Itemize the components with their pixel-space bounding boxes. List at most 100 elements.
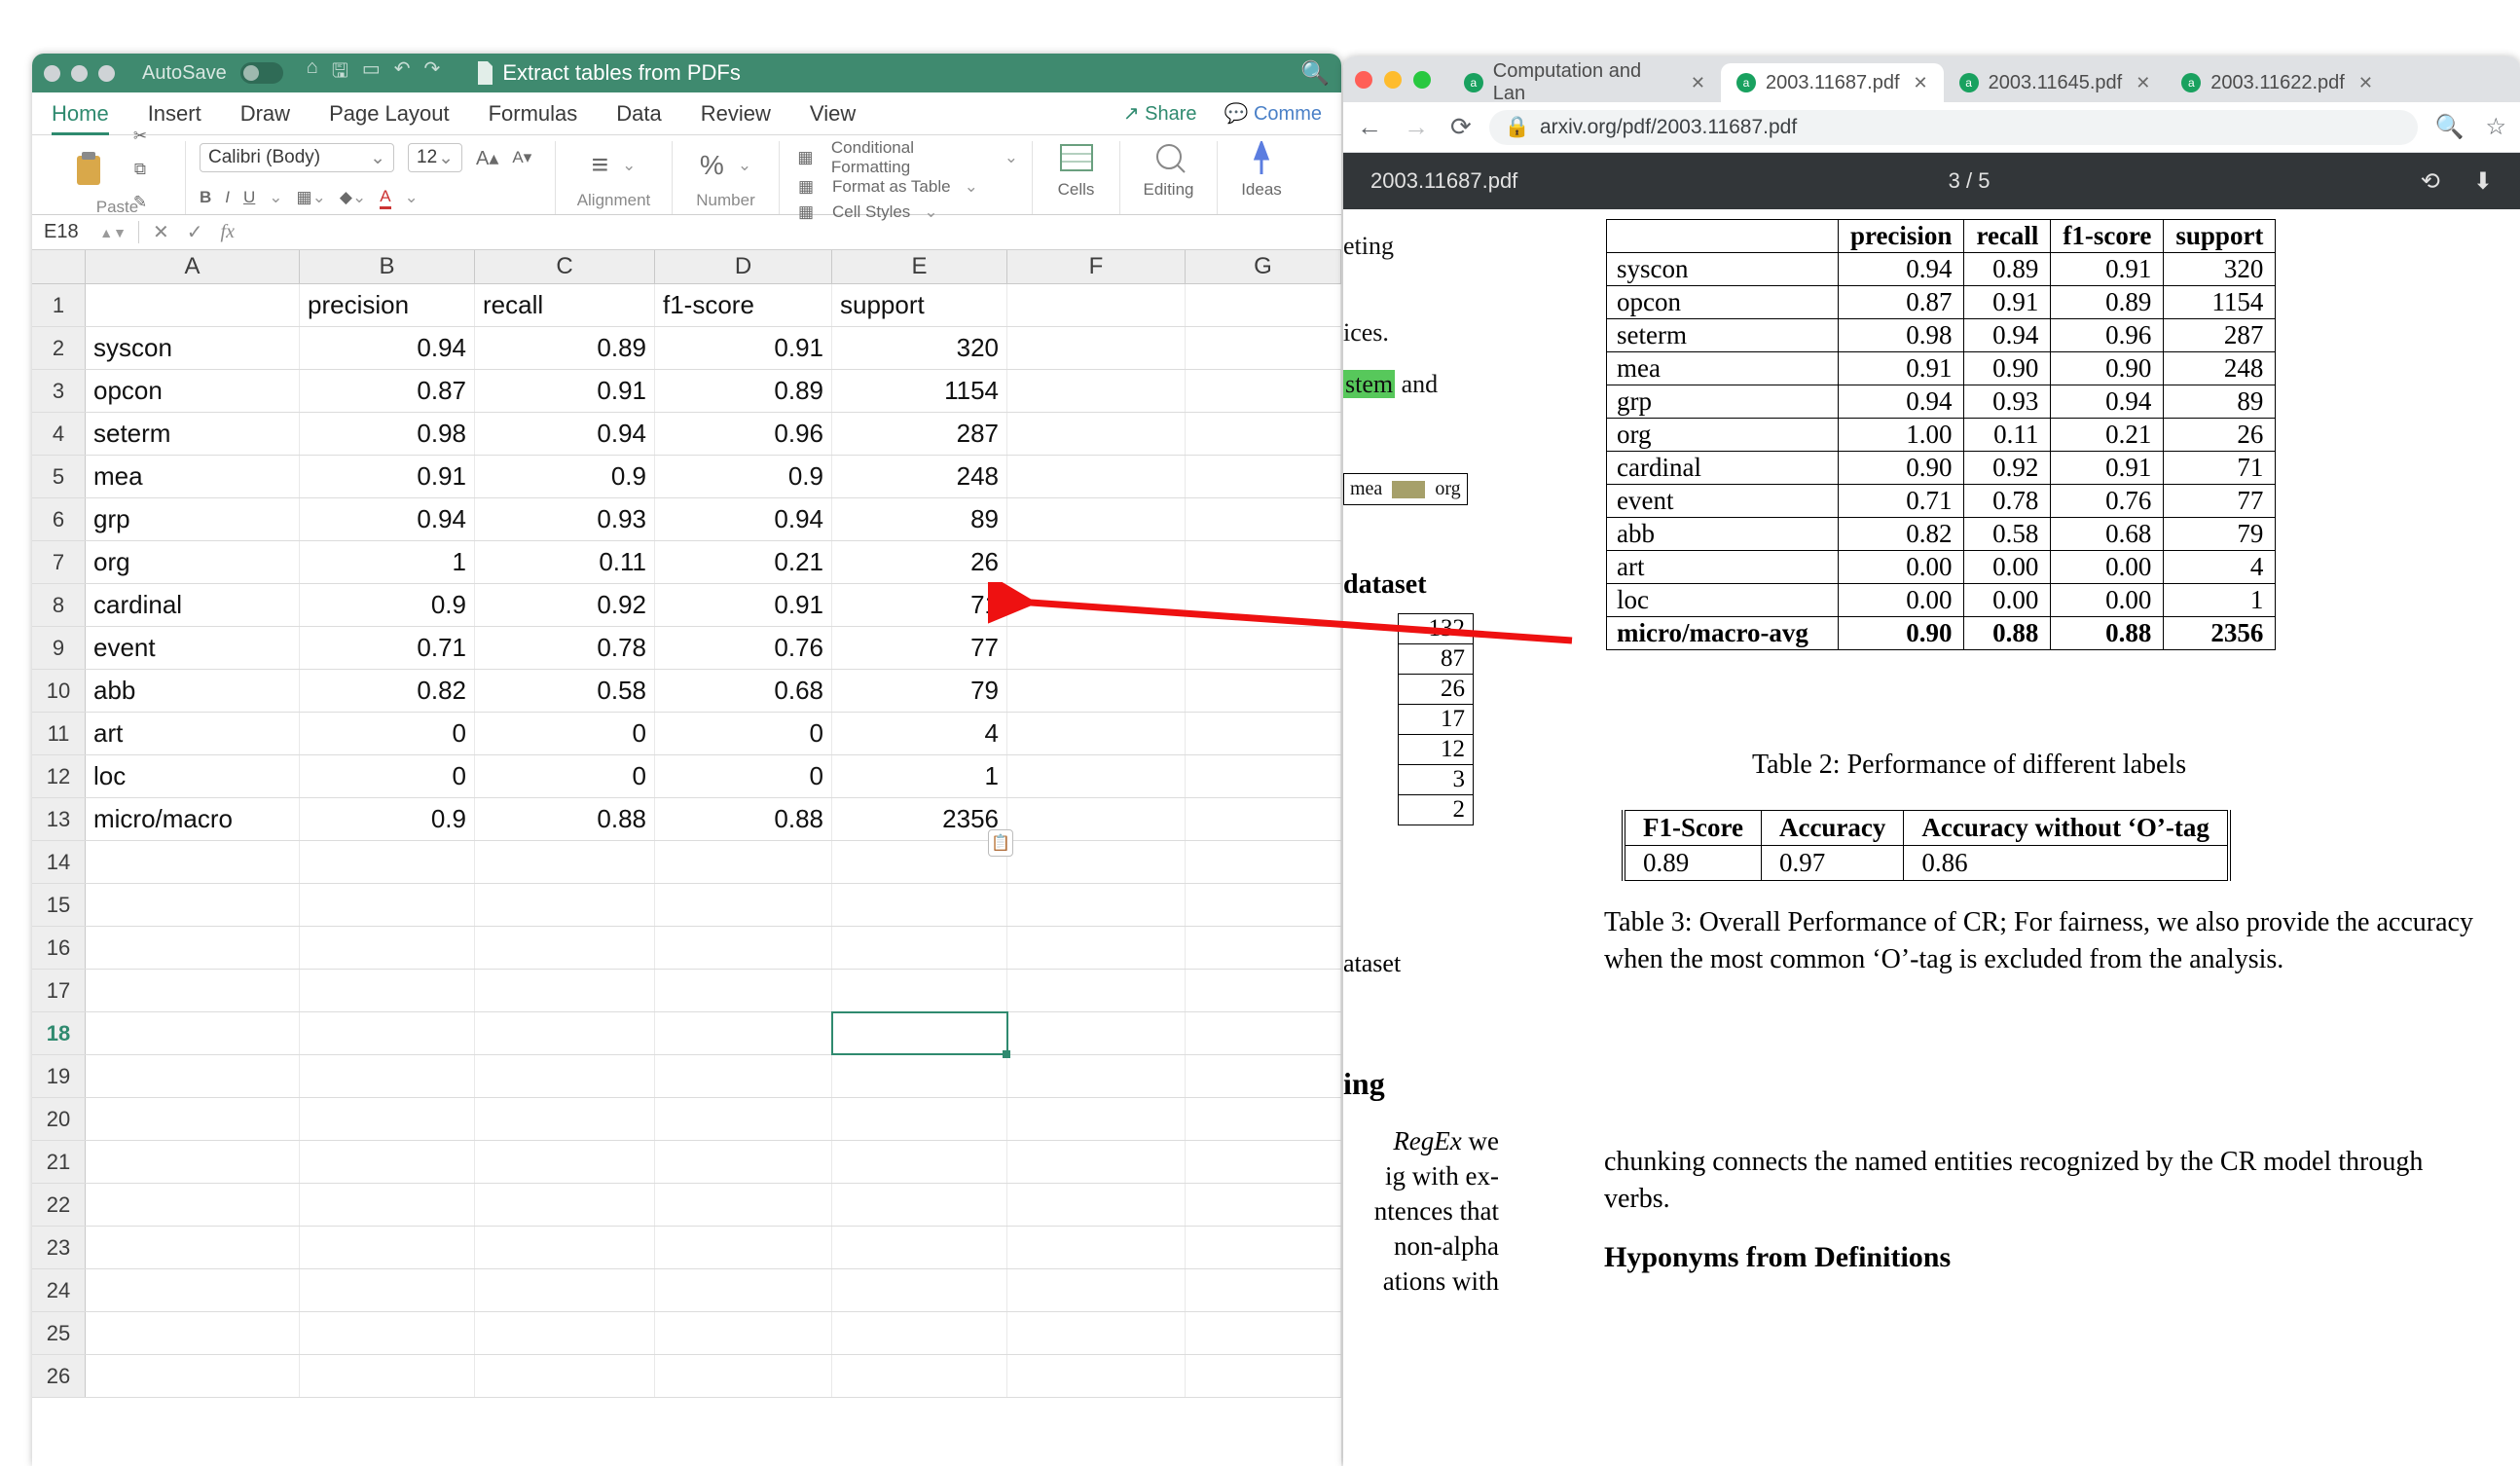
cell[interactable] bbox=[300, 884, 475, 926]
cell[interactable]: 0 bbox=[300, 755, 475, 797]
cell[interactable]: 0.82 bbox=[300, 670, 475, 712]
cell[interactable] bbox=[1007, 927, 1186, 969]
row-header[interactable]: 9 bbox=[32, 627, 86, 669]
cell[interactable]: 0.93 bbox=[475, 498, 655, 540]
cell[interactable]: 287 bbox=[832, 413, 1007, 455]
ideas-button[interactable]: Ideas bbox=[1231, 141, 1292, 200]
cell[interactable]: 0.11 bbox=[475, 541, 655, 583]
cell[interactable] bbox=[1186, 1227, 1341, 1268]
row-header[interactable]: 14 bbox=[32, 841, 86, 883]
cell[interactable] bbox=[300, 841, 475, 883]
cell[interactable] bbox=[1186, 1098, 1341, 1140]
cell[interactable]: 0.94 bbox=[475, 413, 655, 455]
cell[interactable] bbox=[1007, 670, 1186, 712]
cell[interactable] bbox=[475, 1141, 655, 1183]
cell[interactable] bbox=[1007, 498, 1186, 540]
cell[interactable]: 0.94 bbox=[300, 498, 475, 540]
tab-review[interactable]: Review bbox=[701, 101, 771, 127]
cell[interactable]: 0.88 bbox=[655, 798, 832, 840]
cell[interactable]: 0.94 bbox=[655, 498, 832, 540]
col-header[interactable]: F bbox=[1007, 250, 1186, 283]
cell[interactable] bbox=[655, 1312, 832, 1354]
cell[interactable] bbox=[475, 970, 655, 1011]
cell[interactable] bbox=[300, 1141, 475, 1183]
cell[interactable] bbox=[1007, 1184, 1186, 1226]
cell[interactable]: 0.94 bbox=[300, 327, 475, 369]
cell[interactable] bbox=[832, 1055, 1007, 1097]
cell[interactable]: loc bbox=[86, 755, 300, 797]
cell[interactable] bbox=[832, 884, 1007, 926]
cell[interactable] bbox=[1186, 1184, 1341, 1226]
cell[interactable] bbox=[1186, 755, 1341, 797]
row-header[interactable]: 20 bbox=[32, 1098, 86, 1140]
col-header[interactable]: A bbox=[86, 250, 300, 283]
cell[interactable] bbox=[86, 1141, 300, 1183]
name-box[interactable]: E18▲▼ bbox=[32, 221, 139, 243]
row-header[interactable]: 10 bbox=[32, 670, 86, 712]
cell[interactable]: 0.58 bbox=[475, 670, 655, 712]
cell[interactable]: 0.92 bbox=[475, 584, 655, 626]
cell[interactable]: 0.78 bbox=[475, 627, 655, 669]
autosave-toggle[interactable] bbox=[240, 62, 283, 84]
font-select[interactable]: Calibri (Body) ⌄ bbox=[200, 143, 394, 172]
cell[interactable] bbox=[832, 1141, 1007, 1183]
window-controls[interactable] bbox=[44, 65, 115, 82]
cell[interactable]: 0 bbox=[655, 713, 832, 754]
comments-button[interactable]: 💬 Comme bbox=[1224, 101, 1322, 126]
cancel-formula-icon[interactable]: ✕ bbox=[153, 220, 169, 244]
tab-draw[interactable]: Draw bbox=[240, 101, 290, 127]
row-header[interactable]: 22 bbox=[32, 1184, 86, 1226]
cell[interactable] bbox=[655, 1269, 832, 1311]
cell[interactable] bbox=[475, 1312, 655, 1354]
align-icon[interactable]: ≡ bbox=[592, 149, 609, 182]
increase-font-icon[interactable]: A▴ bbox=[476, 146, 498, 170]
cell[interactable] bbox=[1186, 970, 1341, 1011]
cell[interactable] bbox=[300, 927, 475, 969]
row-header[interactable]: 19 bbox=[32, 1055, 86, 1097]
cell[interactable]: event bbox=[86, 627, 300, 669]
cell[interactable]: f1-score bbox=[655, 284, 832, 326]
cell[interactable] bbox=[300, 1355, 475, 1397]
row-header[interactable]: 16 bbox=[32, 927, 86, 969]
cond-format-icon[interactable]: ▦ bbox=[793, 145, 818, 170]
cells-button[interactable]: Cells bbox=[1046, 141, 1106, 200]
cell[interactable] bbox=[1007, 970, 1186, 1011]
cell[interactable] bbox=[1186, 327, 1341, 369]
close-tab-icon[interactable]: ✕ bbox=[1914, 73, 1928, 93]
sheet-icon[interactable]: ▭ bbox=[362, 56, 381, 90]
cell[interactable]: 89 bbox=[832, 498, 1007, 540]
tab-page-layout[interactable]: Page Layout bbox=[329, 101, 450, 127]
forward-icon[interactable]: → bbox=[1404, 112, 1429, 142]
browser-tab[interactable]: a2003.11645.pdf✕ bbox=[1944, 63, 2167, 102]
cell[interactable]: cardinal bbox=[86, 584, 300, 626]
cell[interactable] bbox=[86, 970, 300, 1011]
cell[interactable]: 0 bbox=[655, 755, 832, 797]
cell[interactable] bbox=[475, 927, 655, 969]
cell[interactable]: 1 bbox=[832, 755, 1007, 797]
cell[interactable]: 0.21 bbox=[655, 541, 832, 583]
cell[interactable] bbox=[475, 1227, 655, 1268]
cell[interactable] bbox=[1186, 627, 1341, 669]
tab-formulas[interactable]: Formulas bbox=[489, 101, 578, 127]
cell[interactable] bbox=[1186, 413, 1341, 455]
col-header[interactable]: E bbox=[832, 250, 1007, 283]
font-color-button[interactable]: A bbox=[380, 187, 390, 209]
cell-styles-button[interactable]: Cell Styles bbox=[832, 202, 910, 222]
cell[interactable] bbox=[655, 927, 832, 969]
row-header[interactable]: 3 bbox=[32, 370, 86, 412]
cell[interactable] bbox=[1007, 584, 1186, 626]
cell[interactable] bbox=[475, 841, 655, 883]
tab-data[interactable]: Data bbox=[616, 101, 661, 127]
reload-icon[interactable]: ⟳ bbox=[1450, 112, 1472, 142]
cell[interactable]: 1 bbox=[300, 541, 475, 583]
minimize-icon[interactable] bbox=[71, 65, 88, 82]
row-header[interactable]: 25 bbox=[32, 1312, 86, 1354]
col-header[interactable]: G bbox=[1186, 250, 1341, 283]
row-header[interactable]: 17 bbox=[32, 970, 86, 1011]
cell[interactable]: 71 bbox=[832, 584, 1007, 626]
cell[interactable]: syscon bbox=[86, 327, 300, 369]
cell[interactable]: seterm bbox=[86, 413, 300, 455]
accept-formula-icon[interactable]: ✓ bbox=[187, 220, 203, 244]
row-header[interactable]: 24 bbox=[32, 1269, 86, 1311]
cond-format-button[interactable]: Conditional Formatting bbox=[831, 138, 991, 177]
